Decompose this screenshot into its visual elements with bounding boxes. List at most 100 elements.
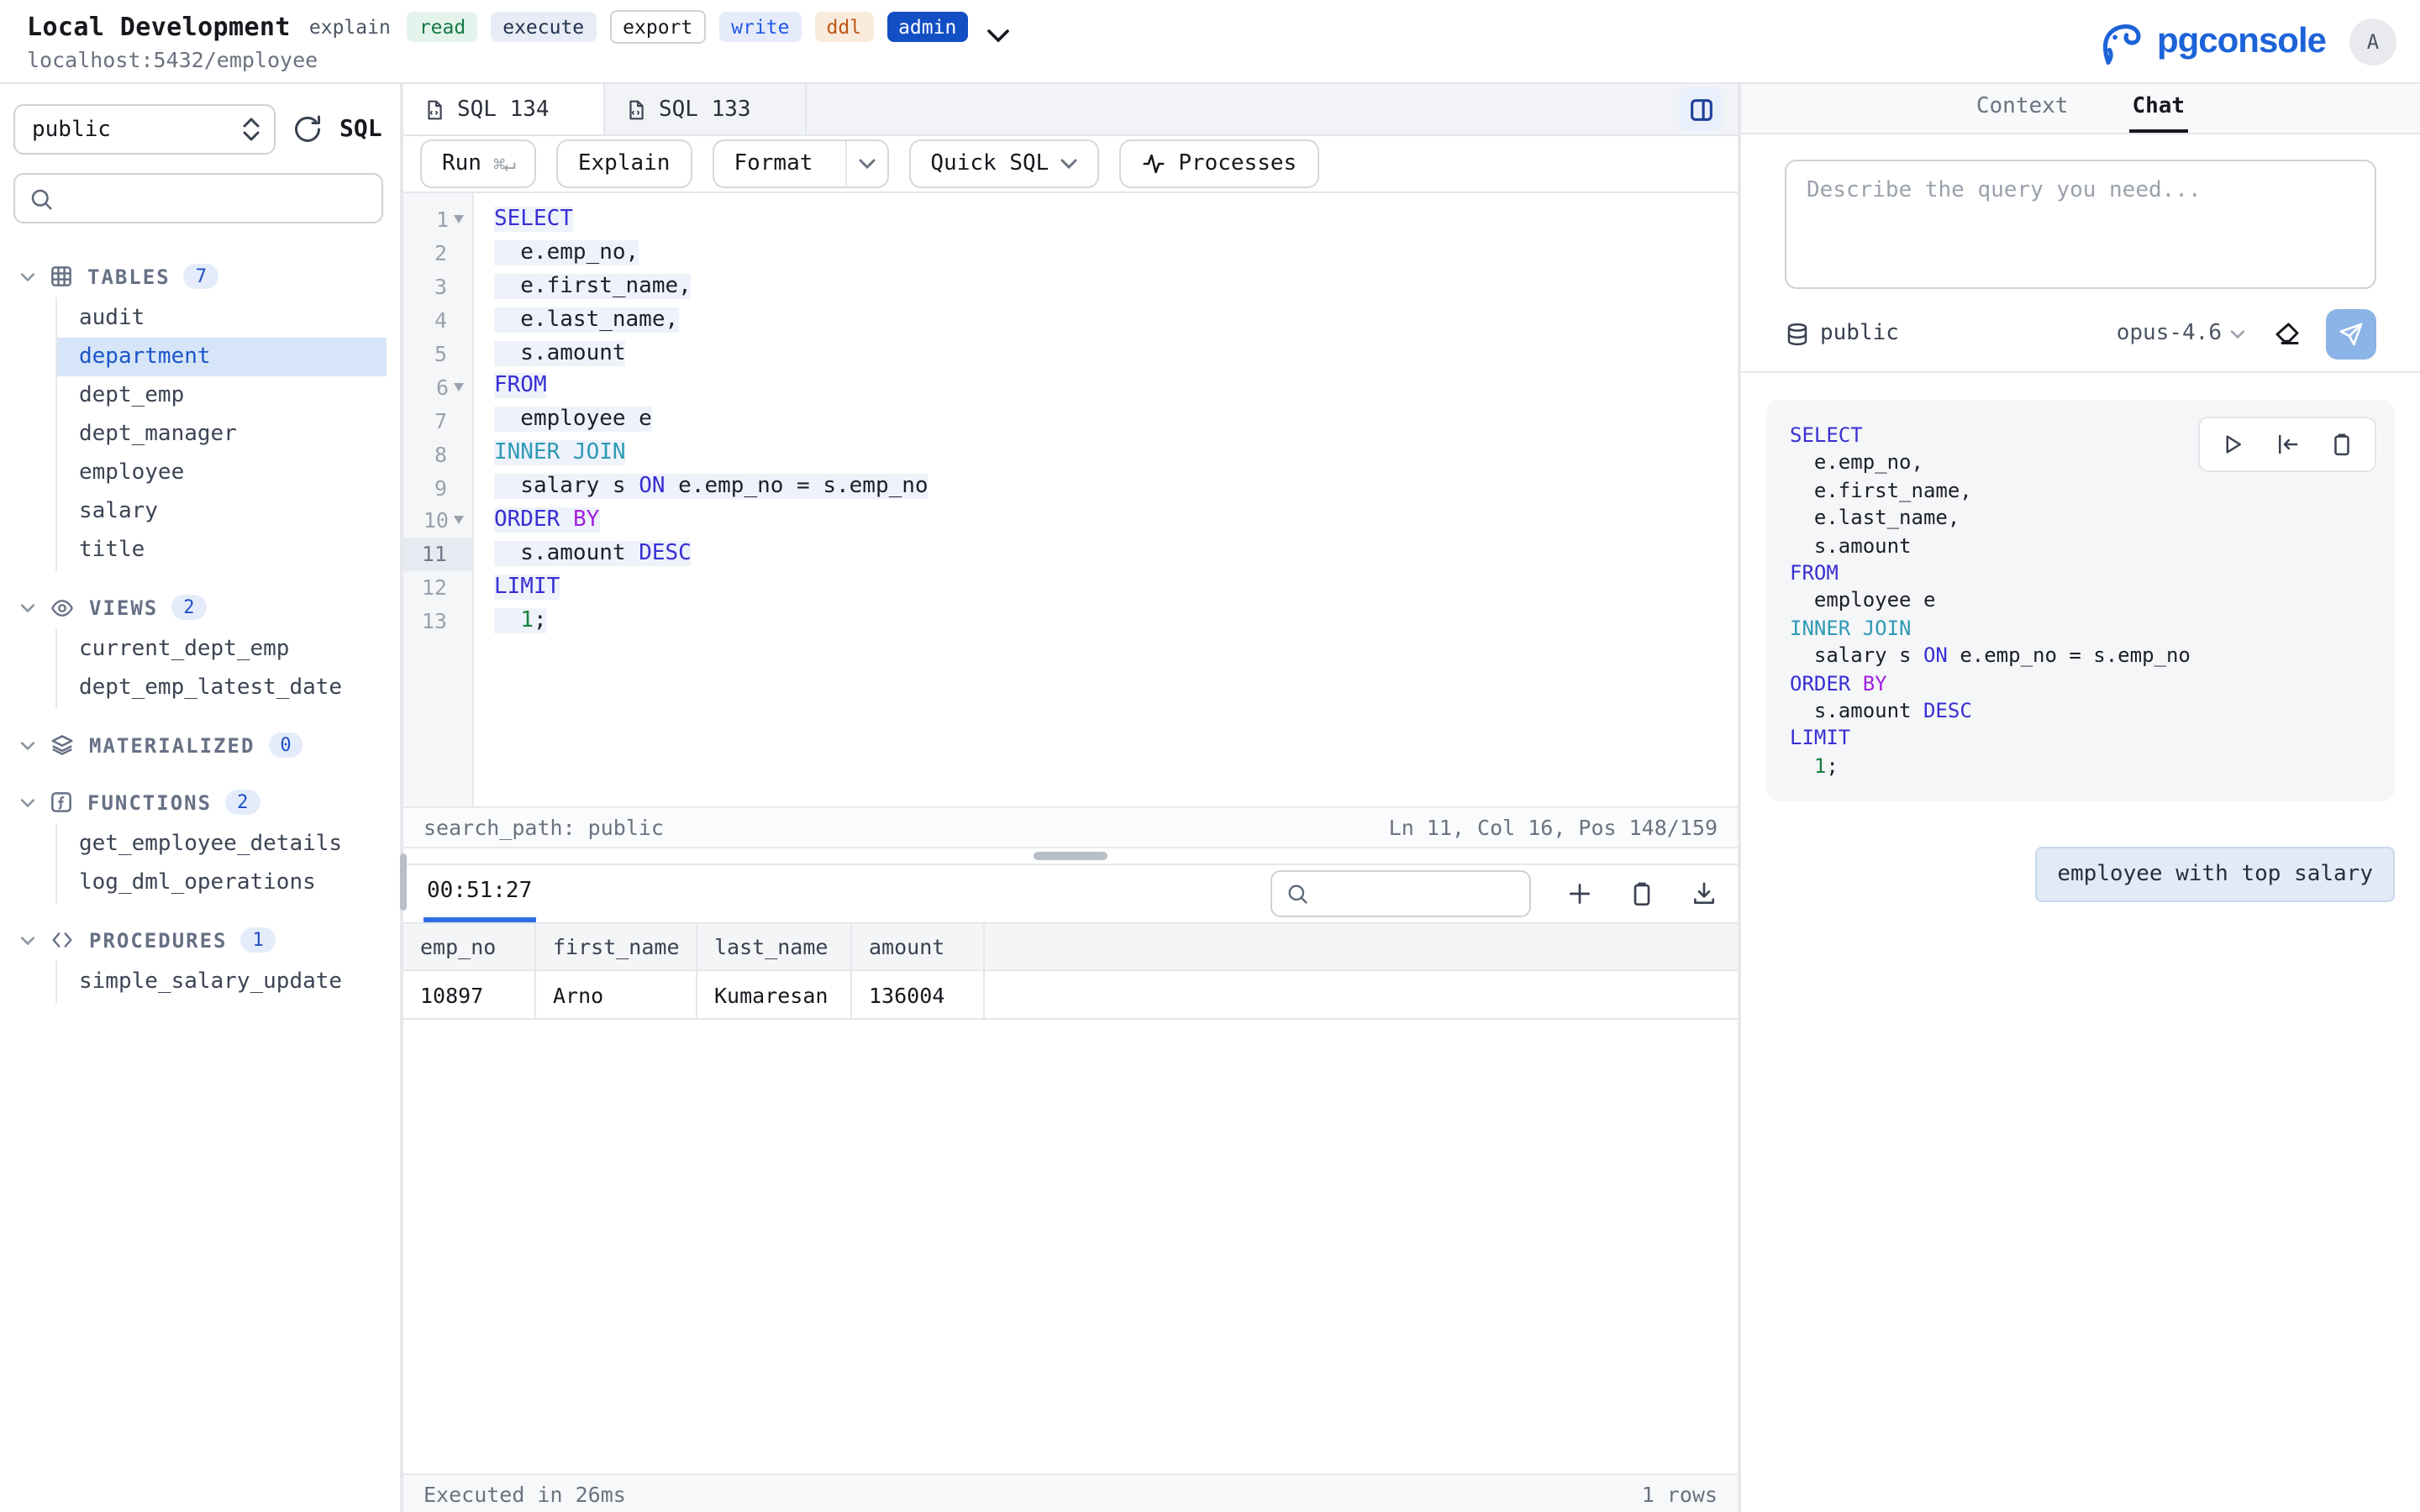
column-header-last_name[interactable]: last_name: [697, 924, 852, 969]
processes-button[interactable]: Processes: [1119, 139, 1318, 188]
model-selector[interactable]: opus-4.6: [2117, 321, 2245, 346]
code-line[interactable]: 1;: [494, 604, 1738, 638]
code-line[interactable]: e.last_name,: [494, 303, 1738, 337]
section-header-functions[interactable]: FUNCTIONS2: [0, 781, 400, 823]
send-button[interactable]: [2326, 308, 2376, 359]
schema-tree: TABLES7auditdepartmentdept_empdept_manag…: [0, 230, 400, 1512]
copy-results-icon[interactable]: [1628, 880, 1655, 907]
code-line[interactable]: employee e: [494, 404, 1738, 438]
tree-item-dept_emp_latest_date[interactable]: dept_emp_latest_date: [57, 669, 387, 707]
pgconsole-elephant-icon: [2096, 16, 2147, 66]
tree-item-employee[interactable]: employee: [57, 454, 387, 492]
clear-chat-icon[interactable]: [2272, 318, 2302, 349]
fold-marker-icon[interactable]: [454, 216, 464, 224]
column-header-emp_no[interactable]: emp_no: [403, 924, 536, 969]
tree-item-audit[interactable]: audit: [57, 299, 387, 338]
result-time-tab[interactable]: 00:51:27: [424, 865, 535, 922]
tree-item-department[interactable]: department: [57, 338, 387, 376]
add-result-tab-icon[interactable]: [1566, 880, 1593, 907]
section-chevron-icon: [20, 271, 35, 281]
code-line[interactable]: s.amount DESC: [494, 538, 1738, 571]
connection-menu-chevron-icon[interactable]: [986, 28, 1010, 43]
tab-context[interactable]: Context: [1973, 84, 2072, 133]
sql-token: SELECT: [1790, 423, 1863, 447]
tree-item-dept_manager[interactable]: dept_manager: [57, 415, 387, 454]
code-line[interactable]: LIMIT: [494, 571, 1738, 605]
section-header-tables[interactable]: TABLES7: [0, 255, 400, 297]
sql-mode-label[interactable]: SQL: [339, 116, 382, 143]
line-number: 8: [434, 441, 447, 466]
section-header-procedures[interactable]: PROCEDURES1: [0, 919, 400, 961]
user-message-bubble: employee with top salary: [2035, 848, 2395, 903]
sql-editor[interactable]: 12345678910111213 SELECT e.emp_no, e.fir…: [403, 193, 1738, 806]
context-database[interactable]: public: [1785, 320, 1899, 347]
sidebar-resize-handle[interactable]: [400, 853, 407, 911]
fold-marker-icon[interactable]: [454, 383, 464, 391]
fold-marker-icon[interactable]: [454, 517, 464, 525]
column-header-amount[interactable]: amount: [852, 924, 985, 969]
split-view-icon[interactable]: [1679, 87, 1723, 131]
tree-item-title[interactable]: title: [57, 531, 387, 570]
permission-badge-read[interactable]: read: [408, 12, 477, 42]
results-search[interactable]: [1270, 870, 1531, 917]
permission-badge-ddl[interactable]: ddl: [815, 12, 874, 42]
quick-sql-button[interactable]: Quick SQL: [908, 139, 1099, 188]
chat-code-line: 1;: [1790, 753, 2371, 780]
section-header-views[interactable]: VIEWS2: [0, 586, 400, 628]
editor-tab-sql-133[interactable]: SQL 133: [605, 84, 807, 134]
explain-button[interactable]: Explain: [556, 139, 692, 188]
permission-badge-write[interactable]: write: [719, 12, 801, 42]
chat-code-line: s.amount DESC: [1790, 697, 2371, 725]
table-cell[interactable]: 10897: [403, 971, 536, 1018]
code-line[interactable]: ORDER BY: [494, 504, 1738, 538]
code-line[interactable]: salary s ON e.emp_no = s.emp_no: [494, 470, 1738, 504]
format-chevron-icon[interactable]: [844, 141, 886, 186]
tree-item-dept_emp[interactable]: dept_emp: [57, 376, 387, 415]
permission-badge-admin[interactable]: admin: [886, 12, 968, 42]
editor-tab-sql-134[interactable]: SQL 134: [403, 84, 605, 134]
schema-select[interactable]: public: [13, 104, 276, 155]
run-button[interactable]: Run ⌘↵: [420, 139, 536, 188]
editor-code[interactable]: SELECT e.emp_no, e.first_name, e.last_na…: [474, 193, 1738, 806]
splitter-handle[interactable]: [1034, 852, 1107, 860]
tree-item-current_dept_emp[interactable]: current_dept_emp: [57, 630, 387, 669]
insert-into-editor-icon[interactable]: [2274, 432, 2301, 457]
permission-badge-explain[interactable]: explain: [306, 12, 394, 42]
user-avatar[interactable]: A: [2349, 18, 2396, 65]
format-label[interactable]: Format: [713, 141, 833, 186]
model-chevron-icon: [2230, 328, 2245, 339]
sql-token: e.emp_no = s.emp_no: [1948, 644, 2191, 668]
format-button[interactable]: Format: [712, 139, 888, 188]
permission-badge-execute[interactable]: execute: [491, 12, 596, 42]
table-cell[interactable]: 136004: [852, 971, 985, 1018]
run-label: Run: [442, 151, 481, 176]
tree-item-get_employee_details[interactable]: get_employee_details: [57, 825, 387, 864]
column-header-first_name[interactable]: first_name: [536, 924, 697, 969]
tree-item-simple_salary_update[interactable]: simple_salary_update: [57, 963, 387, 1001]
gutter-line: 8: [403, 437, 472, 470]
sidebar-search-input[interactable]: [64, 186, 368, 211]
code-line[interactable]: INNER JOIN: [494, 437, 1738, 470]
results-search-input[interactable]: [1319, 882, 1516, 906]
code-line[interactable]: e.emp_no,: [494, 237, 1738, 270]
brand-logo: pgconsole: [2096, 16, 2326, 66]
sidebar-search[interactable]: [13, 173, 383, 223]
code-line[interactable]: FROM: [494, 370, 1738, 404]
code-line[interactable]: s.amount: [494, 337, 1738, 370]
download-results-icon[interactable]: [1691, 880, 1718, 907]
section-header-materialized[interactable]: MATERIALIZED0: [0, 724, 400, 766]
tab-chat[interactable]: Chat: [2128, 84, 2188, 133]
refresh-icon[interactable]: [292, 114, 323, 144]
section-chevron-icon: [20, 797, 35, 807]
run-query-icon[interactable]: [2220, 432, 2245, 457]
tree-item-log_dml_operations[interactable]: log_dml_operations: [57, 864, 387, 902]
table-row[interactable]: 10897ArnoKumaresan136004: [403, 971, 1738, 1020]
code-line[interactable]: SELECT: [494, 203, 1738, 237]
chat-input[interactable]: [1785, 160, 2376, 289]
copy-sql-icon[interactable]: [2329, 432, 2354, 457]
table-cell[interactable]: Kumaresan: [697, 971, 852, 1018]
permission-badge-export[interactable]: export: [609, 10, 706, 44]
code-line[interactable]: e.first_name,: [494, 270, 1738, 304]
tree-item-salary[interactable]: salary: [57, 492, 387, 531]
table-cell[interactable]: Arno: [536, 971, 697, 1018]
